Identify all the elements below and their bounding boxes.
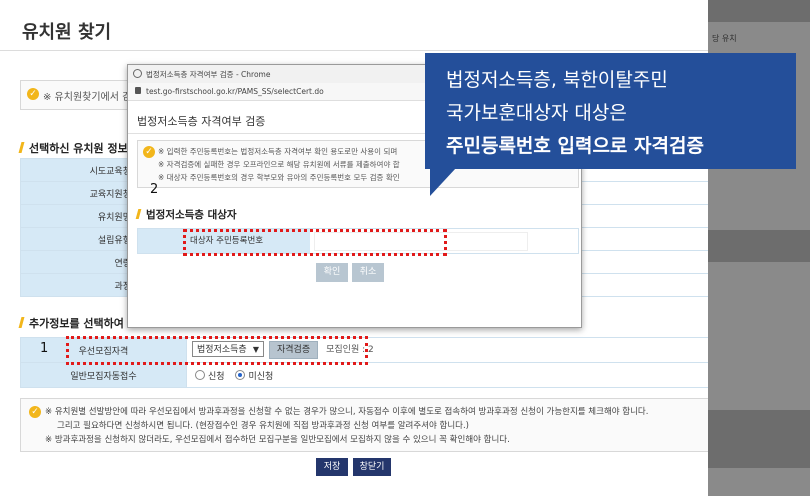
title-divider xyxy=(0,50,708,51)
notice-line: 그리고 필요하다면 신청하시면 됩니다. (현장접수인 경우 유치원에 직접 방… xyxy=(57,421,470,431)
check-icon: ✓ xyxy=(27,88,39,100)
highlight-box-priority xyxy=(66,336,368,365)
callout-line-1: 법정저소득층, 북한이탈주민 xyxy=(446,69,668,91)
chrome-icon xyxy=(133,69,142,78)
section-bar-icon xyxy=(18,142,25,153)
section-title: 추가정보를 선택하여 xyxy=(29,317,124,330)
save-button[interactable]: 저장 xyxy=(316,458,348,476)
auto-apply-cell: 신청 미신청 xyxy=(186,362,710,388)
callout-line-3: 주민등록번호 입력으로 자격검증 xyxy=(446,135,704,157)
row-label: 유치원명 xyxy=(20,204,144,228)
highlight-box-resident-number xyxy=(183,229,447,256)
notice-line: ※ 방과후과정을 신청하지 않더라도, 우선모집에서 접수하던 모집구분을 일반… xyxy=(45,435,510,445)
cancel-button[interactable]: 취소 xyxy=(352,263,384,282)
top-notice-text: ※ 유치원찾기에서 검색 xyxy=(43,92,141,103)
bottom-notice: ✓ ※ 유치원별 선발방안에 따라 우선모집에서 방과후과정을 신청할 수 없는… xyxy=(20,398,712,452)
side-strip xyxy=(708,0,810,22)
section-bar-icon xyxy=(18,317,25,328)
radio-apply-label: 신청 xyxy=(208,371,225,382)
section-title: 선택하신 유치원 정보 xyxy=(29,142,128,155)
callout-line-2: 국가보훈대상자 대상은 xyxy=(446,102,627,124)
radio-not-apply-label: 미신청 xyxy=(248,371,274,382)
row-label: 연령 xyxy=(20,250,144,274)
callout-banner: 법정저소득층, 북한이탈주민 국가보훈대상자 대상은 주민등록번호 입력으로 자… xyxy=(425,53,796,169)
check-icon: ✓ xyxy=(29,406,41,418)
popup-window-title: 법정저소득층 자격여부 검증 - Chrome xyxy=(146,70,271,79)
section-additional-info: 추가정보를 선택하여 xyxy=(18,315,124,331)
check-icon: ✓ xyxy=(143,146,155,158)
callout-tail xyxy=(430,168,456,196)
section-kindergarten-info: 선택하신 유치원 정보 xyxy=(18,140,128,156)
row-label: 시도교육청 xyxy=(20,158,144,182)
side-strip xyxy=(708,410,810,468)
radio-selected-icon xyxy=(235,369,246,380)
lock-icon xyxy=(135,87,141,94)
popup-section-label: 법정저소득층 대상자 xyxy=(146,209,237,221)
section-bar-icon xyxy=(135,209,142,219)
popup-heading: 법정저소득층 자격여부 검증 xyxy=(137,115,266,128)
close-button[interactable]: 창닫기 xyxy=(353,458,391,476)
radio-not-apply[interactable]: 미신청 xyxy=(235,369,274,382)
confirm-button[interactable]: 확인 xyxy=(316,263,348,282)
row-label: 설립유형 xyxy=(20,227,144,251)
row-label: 과정 xyxy=(20,273,144,297)
side-strip xyxy=(708,230,810,262)
radio-icon xyxy=(195,369,205,380)
popup-section-title: 법정저소득층 대상자 xyxy=(135,207,237,222)
notice-line: ※ 유치원별 선발방안에 따라 우선모집에서 방과후과정을 신청할 수 없는 경… xyxy=(45,407,649,417)
popup-notice-line: ※ 입력한 주민등록번호는 법정저소득층 자격여부 확인 용도로만 사용이 되며 xyxy=(158,147,398,156)
page-title: 유치원 찾기 xyxy=(22,22,112,43)
radio-apply[interactable]: 신청 xyxy=(195,369,225,382)
popup-notice-line: ※ 대상자 주민등록번호의 경우 학부모와 유아의 주민등록번호 모두 검증 확… xyxy=(158,173,400,182)
step-marker-1: 1 xyxy=(40,341,49,356)
popup-url: test.go-firstschool.go.kr/PAMS_SS/select… xyxy=(146,87,324,96)
row-label: 교육지원청 xyxy=(20,181,144,205)
auto-apply-label: 일반모집자동접수 xyxy=(20,362,187,388)
side-label: 당 유치 xyxy=(712,34,737,43)
step-marker-2: 2 xyxy=(150,182,159,197)
popup-notice-line: ※ 자격검증에 실패한 경우 오프라인으로 해당 유치원에 서류를 제출하여야 … xyxy=(158,160,400,169)
table-row: 일반모집자동접수 신청 미신청 xyxy=(20,362,710,388)
